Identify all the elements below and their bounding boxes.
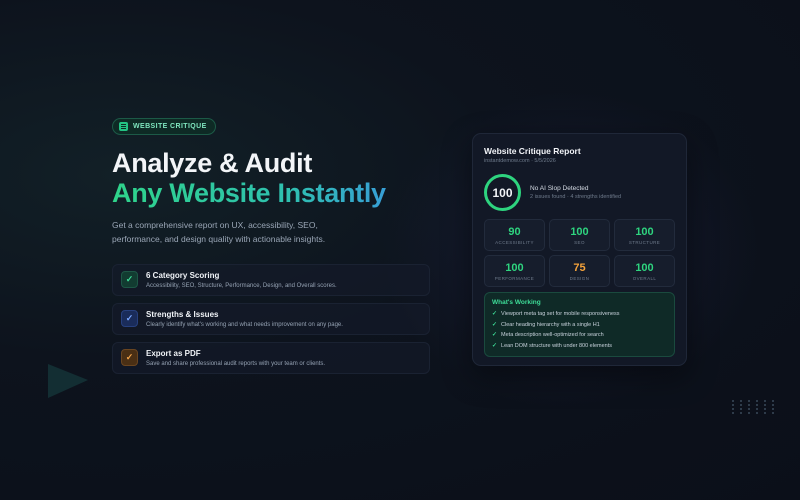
metric-label: DESIGN	[569, 275, 590, 281]
metric-card-performance: 100 PERFORMANCE	[484, 255, 545, 287]
feature-title: Export as PDF	[146, 349, 201, 358]
metric-value: 90	[508, 225, 521, 238]
report-title: Website Critique Report	[484, 146, 581, 156]
feature-card-scoring: ✓ 6 Category Scoring Accessibility, SEO,…	[112, 264, 430, 296]
metric-label: ACCESSIBILITY	[495, 239, 534, 245]
check-icon: ✓	[492, 342, 498, 349]
feature-card-strengths: ✓ Strengths & Issues Clearly identify wh…	[112, 303, 430, 335]
metric-card-overall: 100 OVERALL	[614, 255, 675, 287]
feature-title: 6 Category Scoring	[146, 271, 220, 280]
metric-value: 100	[570, 225, 589, 238]
metric-card-structure: 100 STRUCTURE	[614, 219, 675, 251]
hero-description: Get a comprehensive report on UX, access…	[112, 220, 326, 244]
check-icon: ✓	[121, 271, 138, 288]
metrics-grid: 90 ACCESSIBILITY 100 SEO 100 STRUCTURE 1…	[484, 219, 675, 287]
hero-title-highlight: Any Website Instantly	[112, 178, 432, 208]
feature-title: Strengths & Issues	[146, 310, 219, 319]
hero-section: WEBSITE CRITIQUE Analyze & Audit Any Web…	[112, 114, 432, 381]
whats-working-title: What's Working	[492, 299, 541, 306]
overall-score-row: 100 No AI Slop Detected 2 issues found ·…	[484, 174, 675, 211]
score-status-detail: 2 issues found · 4 strengths identified	[530, 194, 622, 200]
metric-value: 100	[635, 261, 654, 274]
feature-list: ✓ 6 Category Scoring Accessibility, SEO,…	[112, 264, 430, 374]
badge-label: WEBSITE CRITIQUE	[133, 123, 207, 130]
check-icon: ✓	[121, 349, 138, 366]
metric-label: STRUCTURE	[628, 239, 661, 245]
list-item-text: Meta description well-optimized for sear…	[501, 332, 604, 338]
check-icon: ✓	[492, 332, 498, 338]
feature-card-export: ✓ Export as PDF Save and share professio…	[112, 342, 430, 374]
list-item-text: Lean DOM structure with under 800 elemen…	[501, 342, 613, 349]
metric-value: 100	[635, 225, 654, 238]
metric-value: 100	[505, 261, 524, 274]
report-subtitle: instantdemow.com · 5/5/2026	[484, 158, 556, 164]
score-ring: 100	[484, 174, 521, 211]
decorative-triangle	[48, 364, 88, 398]
hero-title: Analyze & Audit	[112, 148, 313, 178]
metric-label: PERFORMANCE	[494, 275, 535, 281]
check-icon: ✓	[121, 310, 138, 327]
decorative-dot-grid	[732, 400, 778, 414]
list-item: ✓ Meta description well-optimized for se…	[492, 330, 667, 341]
feature-description: Save and share professional audit report…	[146, 361, 326, 367]
score-status-title: No AI Slop Detected	[530, 185, 589, 192]
metric-value: 75	[573, 261, 586, 274]
metric-card-accessibility: 90 ACCESSIBILITY	[484, 219, 545, 251]
list-item: ✓ Viewport meta tag set for mobile respo…	[492, 309, 667, 320]
metric-label: SEO	[574, 239, 585, 245]
feature-description: Accessibility, SEO, Structure, Performan…	[146, 283, 337, 289]
list-item: ✓ Lean DOM structure with under 800 elem…	[492, 341, 667, 352]
feature-description: Clearly identify what's working and what…	[146, 322, 343, 328]
check-icon: ✓	[492, 321, 498, 328]
report-card: Website Critique Report instantdemow.com…	[472, 133, 687, 366]
metric-card-design: 75 DESIGN	[549, 255, 610, 287]
check-icon: ✓	[492, 311, 498, 317]
category-badge: WEBSITE CRITIQUE	[112, 118, 216, 135]
metric-card-seo: 100 SEO	[549, 219, 610, 251]
whats-working-panel: What's Working ✓ Viewport meta tag set f…	[484, 292, 675, 357]
document-icon	[119, 122, 128, 131]
metric-label: OVERALL	[632, 275, 657, 281]
list-item: ✓ Clear heading hierarchy with a single …	[492, 320, 667, 331]
list-item-text: Viewport meta tag set for mobile respons…	[501, 311, 620, 317]
list-item-text: Clear heading hierarchy with a single H1	[501, 321, 600, 328]
